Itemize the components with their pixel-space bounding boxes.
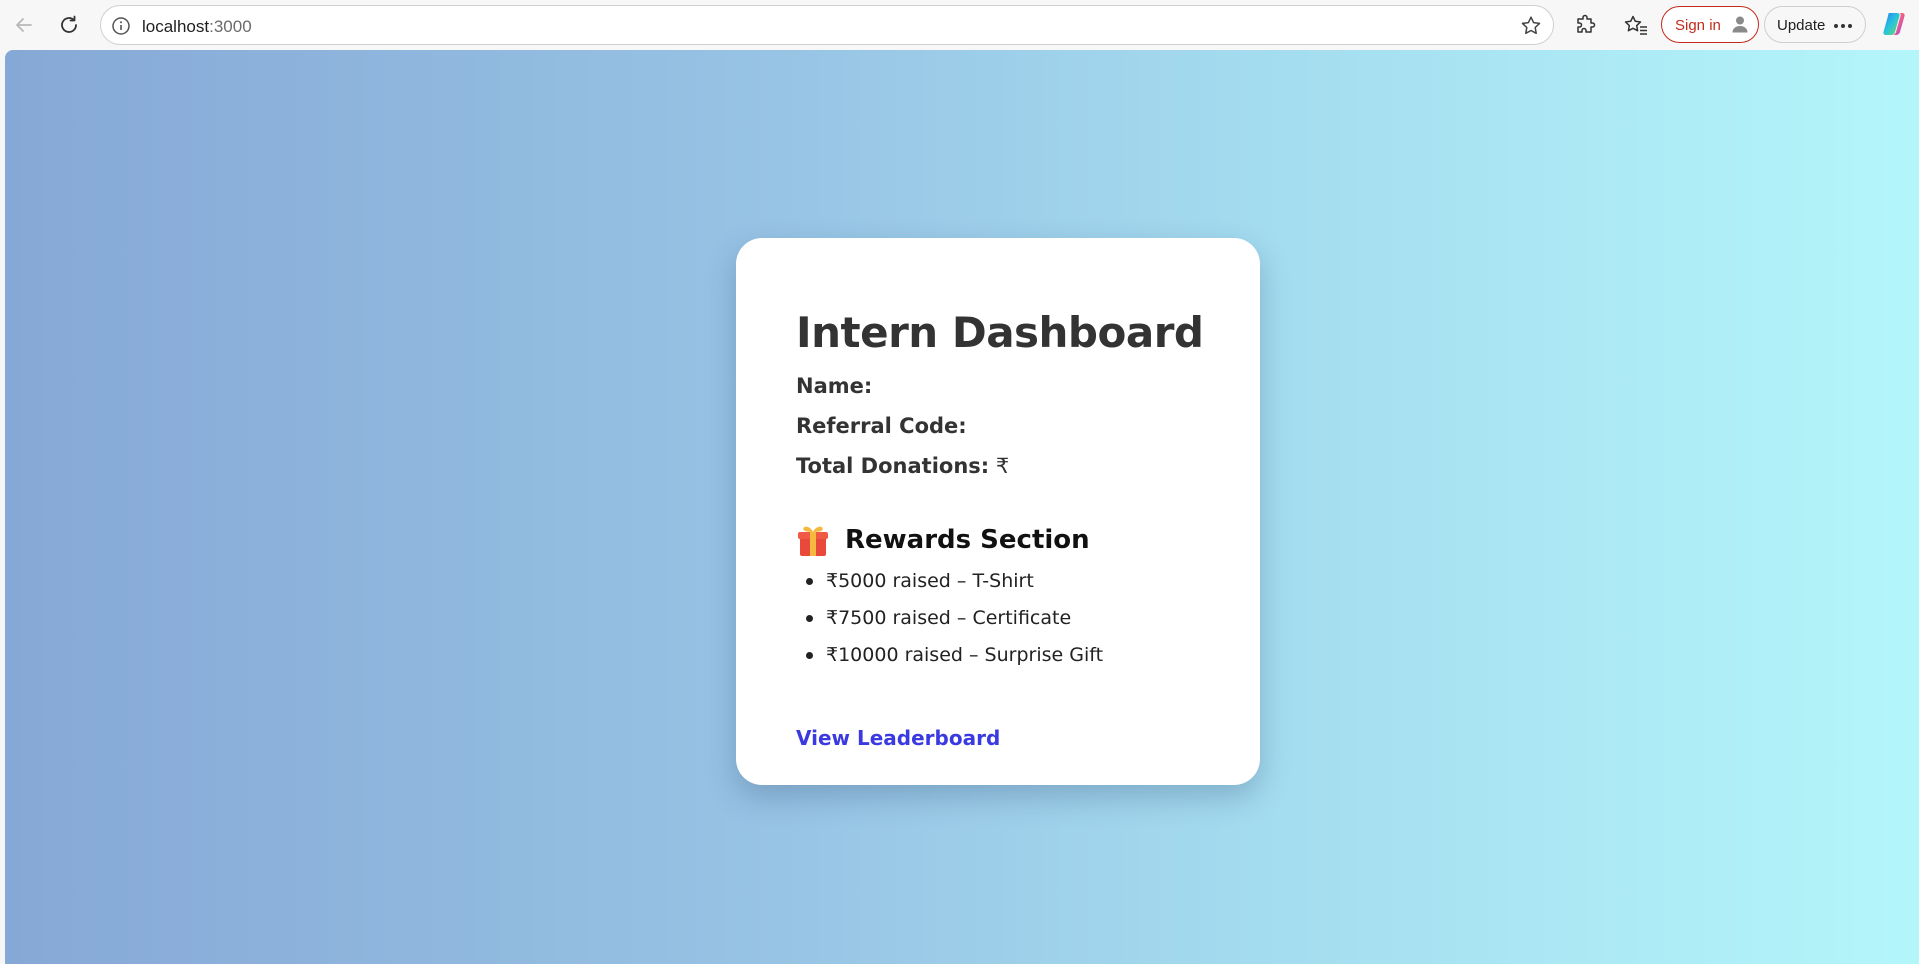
total-donations-field: Total Donations: ₹ (796, 454, 1009, 478)
reload-icon (61, 15, 77, 33)
update-label: Update (1777, 17, 1826, 34)
referral-code-label: Referral Code: (796, 414, 967, 438)
url-port: :3000 (209, 17, 252, 36)
bullet-icon (806, 578, 813, 585)
dashboard-card: Intern Dashboard Name: Referral Code: To… (736, 238, 1260, 785)
rewards-list: ₹5000 raised – T-Shirt ₹7500 raised – Ce… (796, 570, 1103, 681)
back-arrow-icon (16, 18, 32, 32)
avatar-icon (1732, 16, 1748, 33)
name-label: Name: (796, 374, 873, 398)
rewards-title: Rewards Section (845, 525, 1090, 555)
browser-toolbar: localhost:3000 Sign in Update (0, 0, 1919, 49)
sign-in-button[interactable]: Sign in (1661, 6, 1759, 43)
favorites-button[interactable] (1620, 9, 1652, 41)
gift-icon (798, 526, 828, 556)
referral-code-field: Referral Code: (796, 414, 967, 438)
back-button[interactable] (6, 7, 42, 43)
info-icon[interactable] (110, 15, 132, 37)
sign-in-label: Sign in (1675, 17, 1721, 34)
list-item: ₹10000 raised – Surprise Gift (796, 644, 1103, 681)
address-bar[interactable]: localhost:3000 (100, 5, 1554, 45)
name-field: Name: (796, 374, 872, 398)
total-donations-value: ₹ (995, 454, 1010, 478)
list-item: ₹7500 raised – Certificate (796, 607, 1103, 644)
url-host: localhost (142, 17, 210, 36)
view-leaderboard-link[interactable]: View Leaderboard (796, 726, 1000, 750)
reward-text: ₹10000 raised – Surprise Gift (826, 644, 1104, 666)
rewards-header: Rewards Section (796, 522, 1090, 558)
copilot-icon[interactable] (1880, 10, 1908, 38)
more-icon[interactable] (1833, 23, 1853, 29)
list-item: ₹5000 raised – T-Shirt (796, 570, 1103, 607)
star-icon[interactable] (1519, 14, 1543, 38)
puzzle-icon (1577, 14, 1596, 33)
reward-text: ₹7500 raised – Certificate (826, 607, 1072, 629)
bullet-icon (806, 615, 813, 622)
page-viewport: Intern Dashboard Name: Referral Code: To… (5, 50, 1919, 964)
update-button[interactable]: Update (1764, 6, 1866, 43)
reload-button[interactable] (51, 7, 87, 43)
url-text[interactable]: localhost:3000 (142, 17, 252, 37)
favorites-icon (1624, 15, 1647, 35)
bullet-icon (806, 652, 813, 659)
page-title: Intern Dashboard (796, 308, 1204, 357)
extensions-button[interactable] (1570, 9, 1602, 41)
total-donations-label: Total Donations: (796, 454, 990, 478)
reward-text: ₹5000 raised – T-Shirt (826, 570, 1034, 592)
